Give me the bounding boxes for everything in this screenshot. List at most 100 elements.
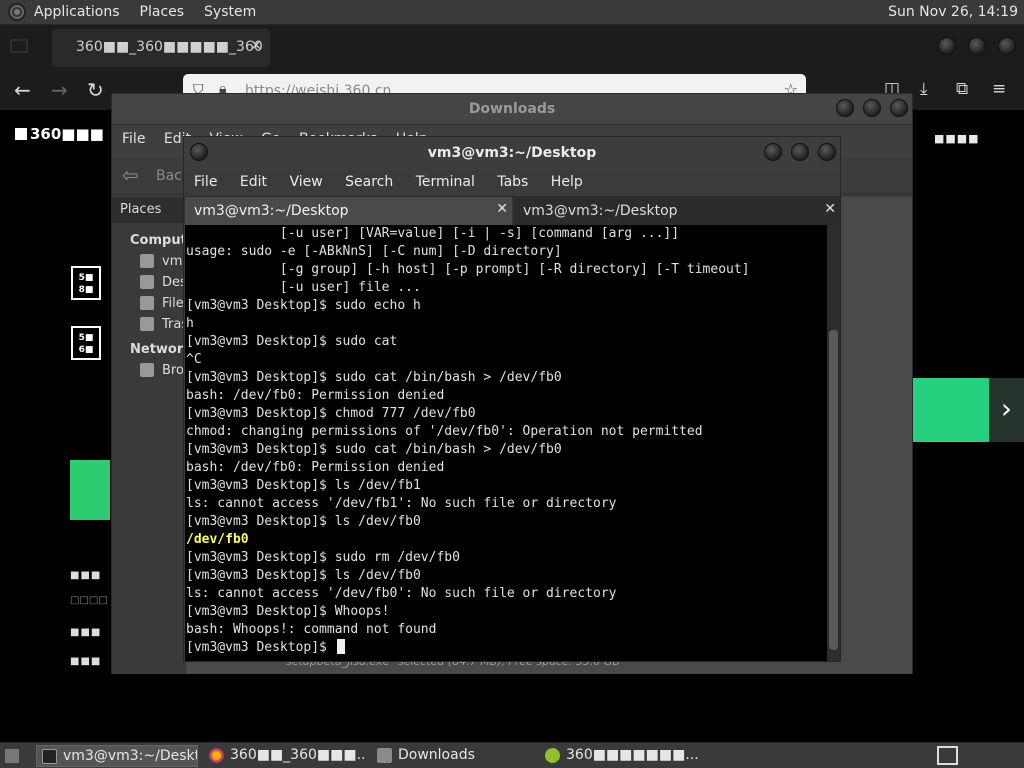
- taskbar-item-terminal[interactable]: vm3@vm3:~/Desktop: [36, 745, 198, 767]
- firefox-icon: [209, 748, 224, 763]
- terminal-line: h: [186, 316, 194, 331]
- term-menu-view[interactable]: View: [289, 174, 322, 190]
- terminal-line: [vm3@vm3 Desktop]$ sudo cat: [186, 334, 398, 349]
- tab-overview-icon[interactable]: [10, 39, 28, 53]
- back-arrow-icon[interactable]: ←: [14, 78, 31, 102]
- sidebar-section-computer: Computer: [130, 233, 203, 248]
- close-tab-icon[interactable]: ✕: [250, 38, 262, 54]
- terminal-line: /dev/fb0: [186, 532, 249, 547]
- sidebar-item-home[interactable]: vm3: [112, 254, 186, 269]
- top-panel: Applications Places System Sun Nov 26, 1…: [0, 0, 1024, 25]
- taskbar-item-browser[interactable]: 360■■_360■■■...: [204, 745, 366, 767]
- download-banner-right[interactable]: [913, 378, 989, 442]
- feature-tile-1[interactable]: 5■ 8■: [71, 266, 101, 300]
- terminal-tab-2-label: vm3@vm3:~/Desktop: [523, 203, 678, 219]
- sidebar-places-header[interactable]: Places: [112, 197, 186, 223]
- terminal-tab-bar: vm3@vm3:~/Desktop ✕ vm3@vm3:~/Desktop ✕: [184, 196, 840, 225]
- terminal-window-menu-button[interactable]: [190, 143, 208, 161]
- fm-minimize-button[interactable]: [836, 99, 854, 117]
- terminal-tab-1[interactable]: vm3@vm3:~/Desktop ✕: [185, 197, 512, 225]
- terminal-line: bash: /dev/fb0: Permission denied: [186, 388, 445, 403]
- sidebar-item-browse-network[interactable]: Browse Network: [112, 363, 186, 378]
- terminal-line: [vm3@vm3 Desktop]$ ls /dev/fb0: [186, 568, 421, 583]
- terminal-icon: [42, 749, 57, 764]
- terminal-line: [-u user] [VAR=value] [-i | -s] [command…: [186, 226, 680, 241]
- term-menu-help[interactable]: Help: [551, 174, 583, 190]
- sidebar-item-trash[interactable]: Trash: [112, 317, 186, 332]
- terminal-line: [vm3@vm3 Desktop]$ chmod 777 /dev/fb0: [186, 406, 476, 421]
- terminal-line: bash: Whoops!: command not found: [186, 622, 437, 637]
- bottom-taskbar: vm3@vm3:~/Desktop 360■■_360■■■... Downlo…: [0, 742, 1024, 768]
- terminal-line: chmod: changing permissions of '/dev/fb0…: [186, 424, 703, 439]
- file-manager-title: Downloads: [468, 101, 556, 117]
- terminal-line: [-u user] file ...: [186, 280, 421, 295]
- terminal-line: [vm3@vm3 Desktop]$ sudo rm /dev/fb0: [186, 550, 460, 565]
- sidebar-item-desktop[interactable]: Desktop: [112, 275, 186, 290]
- terminal-line: [vm3@vm3 Desktop]$ sudo cat /bin/bash > …: [186, 442, 562, 457]
- term-menu-edit[interactable]: Edit: [240, 174, 267, 190]
- extensions-icon[interactable]: ⧉: [956, 79, 968, 99]
- term-menu-search[interactable]: Search: [345, 174, 393, 190]
- site-logo[interactable]: 360■■■: [15, 125, 104, 143]
- forward-arrow-icon[interactable]: →: [51, 78, 68, 102]
- terminal-tab-2[interactable]: vm3@vm3:~/Desktop ✕: [514, 197, 840, 225]
- terminal-scrollbar[interactable]: [827, 225, 840, 661]
- taskbar-item-downloads[interactable]: Downloads: [372, 745, 534, 767]
- terminal-minimize-button[interactable]: [764, 143, 782, 161]
- app-360-icon: [545, 748, 560, 763]
- downloads-icon[interactable]: ⤓: [920, 79, 928, 99]
- feature-tile-2[interactable]: 5■ 6■: [71, 326, 101, 360]
- home-folder-icon: [140, 254, 154, 268]
- app-menu-icon[interactable]: ≡: [992, 79, 1006, 99]
- fm-menu-file[interactable]: File: [122, 131, 145, 147]
- sidebar-item-filesystem[interactable]: File System: [112, 296, 186, 311]
- terminal-line: [vm3@vm3 Desktop]$ ls /dev/fb0: [186, 514, 421, 529]
- menu-places[interactable]: Places: [140, 4, 185, 20]
- trash-icon: [140, 317, 154, 331]
- network-icon: [140, 363, 154, 377]
- terminal-line: bash: /dev/fb0: Permission denied: [186, 460, 445, 475]
- panel-clock[interactable]: Sun Nov 26, 14:19: [888, 4, 1018, 20]
- download-banner-left[interactable]: [70, 460, 110, 520]
- menu-applications[interactable]: Applications: [34, 4, 120, 20]
- term-menu-terminal[interactable]: Terminal: [416, 174, 475, 190]
- terminal-line: [-g group] [-h host] [-p prompt] [-R dir…: [186, 262, 750, 277]
- workspace-switcher[interactable]: [937, 746, 958, 765]
- close-window-button[interactable]: [998, 37, 1016, 55]
- close-tab-2-icon[interactable]: ✕: [824, 201, 836, 217]
- terminal-line: [vm3@vm3 Desktop]$ sudo echo h: [186, 298, 421, 313]
- file-manager-titlebar[interactable]: Downloads: [112, 94, 912, 125]
- terminal-titlebar[interactable]: vm3@vm3:~/Desktop: [184, 137, 840, 169]
- terminal-close-button[interactable]: [818, 143, 836, 161]
- terminal-line: ^C: [186, 352, 202, 367]
- carousel-next-button[interactable]: ›: [989, 378, 1024, 442]
- site-text-1: ■■■: [70, 570, 102, 581]
- site-header-link[interactable]: ■■■■: [934, 132, 980, 145]
- minimize-window-button[interactable]: [938, 37, 956, 55]
- terminal-line: [vm3@vm3 Desktop]$: [186, 639, 827, 657]
- term-menu-tabs[interactable]: Tabs: [497, 174, 528, 190]
- show-desktop-icon[interactable]: [5, 749, 19, 763]
- distro-logo-icon[interactable]: [8, 3, 26, 21]
- terminal-menubar: File Edit View Search Terminal Tabs Help: [184, 169, 840, 196]
- fm-back-icon[interactable]: ⇦: [122, 163, 139, 187]
- fm-maximize-button[interactable]: [863, 99, 881, 117]
- terminal-line: [vm3@vm3 Desktop]$ ls /dev/fb1: [186, 478, 421, 493]
- maximize-window-button[interactable]: [968, 37, 986, 55]
- terminal-scrollbar-thumb[interactable]: [829, 330, 838, 650]
- terminal-line: ls: cannot access '/dev/fb1': No such fi…: [186, 496, 617, 511]
- terminal-tab-1-label: vm3@vm3:~/Desktop: [194, 203, 349, 219]
- reload-icon[interactable]: ↻: [87, 78, 104, 102]
- terminal-maximize-button[interactable]: [791, 143, 809, 161]
- close-tab-1-icon[interactable]: ✕: [496, 201, 508, 217]
- fm-close-button[interactable]: [890, 99, 908, 117]
- term-menu-file[interactable]: File: [194, 174, 217, 190]
- menu-system[interactable]: System: [204, 4, 256, 20]
- site-text-4: ■■■: [70, 656, 102, 667]
- browser-tab-title: 360■■_360■■■■■_360: [76, 39, 263, 55]
- browser-tab[interactable]: 360■■_360■■■■■_360 ✕: [52, 29, 270, 67]
- terminal-window: vm3@vm3:~/Desktop File Edit View Search …: [183, 136, 841, 662]
- terminal-output[interactable]: [-u user] [VAR=value] [-i | -s] [command…: [185, 225, 827, 661]
- file-manager-sidebar: Places Computer vm3 Desktop File System …: [112, 197, 203, 674]
- taskbar-item-360[interactable]: 360■■■■■■■...: [540, 745, 704, 767]
